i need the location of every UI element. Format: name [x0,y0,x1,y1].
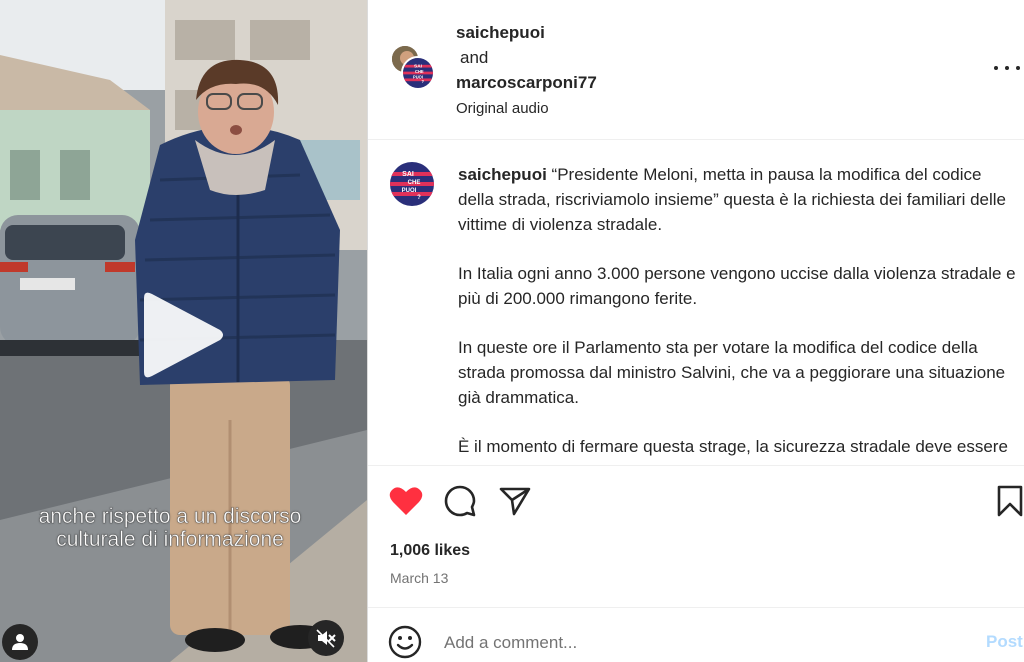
mute-toggle-button[interactable] [308,620,344,656]
post-comment-button[interactable]: Post [986,632,1023,652]
tagged-users-button[interactable] [2,624,38,660]
svg-text:SAI: SAI [402,171,414,178]
svg-text:CHE: CHE [408,180,421,186]
header-username-2[interactable]: marcoscarponi77 [456,70,597,95]
emoji-smiley-icon [388,625,422,659]
play-icon [144,292,223,378]
header-text: saichepuoi and marcoscarponi77 Original … [456,20,597,121]
play-button[interactable] [136,290,226,380]
caption-paragraph-1: saichepuoi “Presidente Meloni, metta in … [458,165,1007,234]
post-date[interactable]: March 13 [390,570,448,586]
caption-paragraph-4: È il momento di fermare questa strage, l… [458,437,1008,465]
header-username-1[interactable]: saichepuoi [456,20,597,45]
saichepuoi-logo-icon: SAI CHE PUOI ? [390,162,434,206]
avatar-saichepuoi[interactable]: SAI CHE PUOI ? [401,56,435,90]
svg-text:PUOI: PUOI [402,188,417,194]
bookmark-icon [997,485,1023,517]
original-audio-link[interactable]: Original audio [456,96,597,121]
likes-count[interactable]: 1,006 likes [390,542,470,560]
send-icon [499,487,531,516]
like-button[interactable] [388,483,424,519]
more-options-button[interactable] [994,58,1020,78]
comment-button[interactable] [442,483,478,519]
speaker-muted-icon [316,629,336,648]
comment-input[interactable] [444,630,964,656]
collab-avatars[interactable]: SAI CHE PUOI ? [390,44,438,92]
caption-username[interactable]: saichepuoi [458,165,547,184]
share-button[interactable] [497,483,533,519]
video-subtitle-line2: culturale di informazione [56,528,284,552]
post-header: SAI CHE PUOI ? saichepuoi and marcoscarp… [368,0,1024,140]
caption-text: saichepuoi “Presidente Meloni, metta in … [458,162,1018,465]
post-panel: SAI CHE PUOI ? saichepuoi and marcoscarp… [367,0,1024,662]
caption-avatar[interactable]: SAI CHE PUOI ? [390,162,434,206]
caption-paragraph-2: In Italia ogni anno 3.000 persone vengon… [458,264,1016,308]
video-player[interactable]: anche rispetto a un discorso culturale d… [0,0,367,662]
comment-bar: Post [368,607,1024,662]
saichepuoi-logo-icon: SAI CHE PUOI ? [403,58,433,88]
emoji-button[interactable] [388,625,422,659]
person-icon [12,634,28,650]
header-connector: and [460,48,489,67]
save-button[interactable] [992,483,1024,519]
more-dots-icon [994,66,998,70]
video-subtitle-line1: anche rispetto a un discorso [38,505,302,529]
svg-text:CHE: CHE [415,69,424,74]
caption-paragraph-3: In queste ore il Parlamento sta per vota… [458,338,1006,407]
svg-text:?: ? [417,195,421,201]
comment-bubble-icon [444,485,476,517]
post-actions: 1,006 likes March 13 [368,465,1024,607]
post-caption-area[interactable]: SAI CHE PUOI ? saichepuoi “Presidente Me… [368,140,1024,465]
heart-filled-icon [389,487,423,515]
